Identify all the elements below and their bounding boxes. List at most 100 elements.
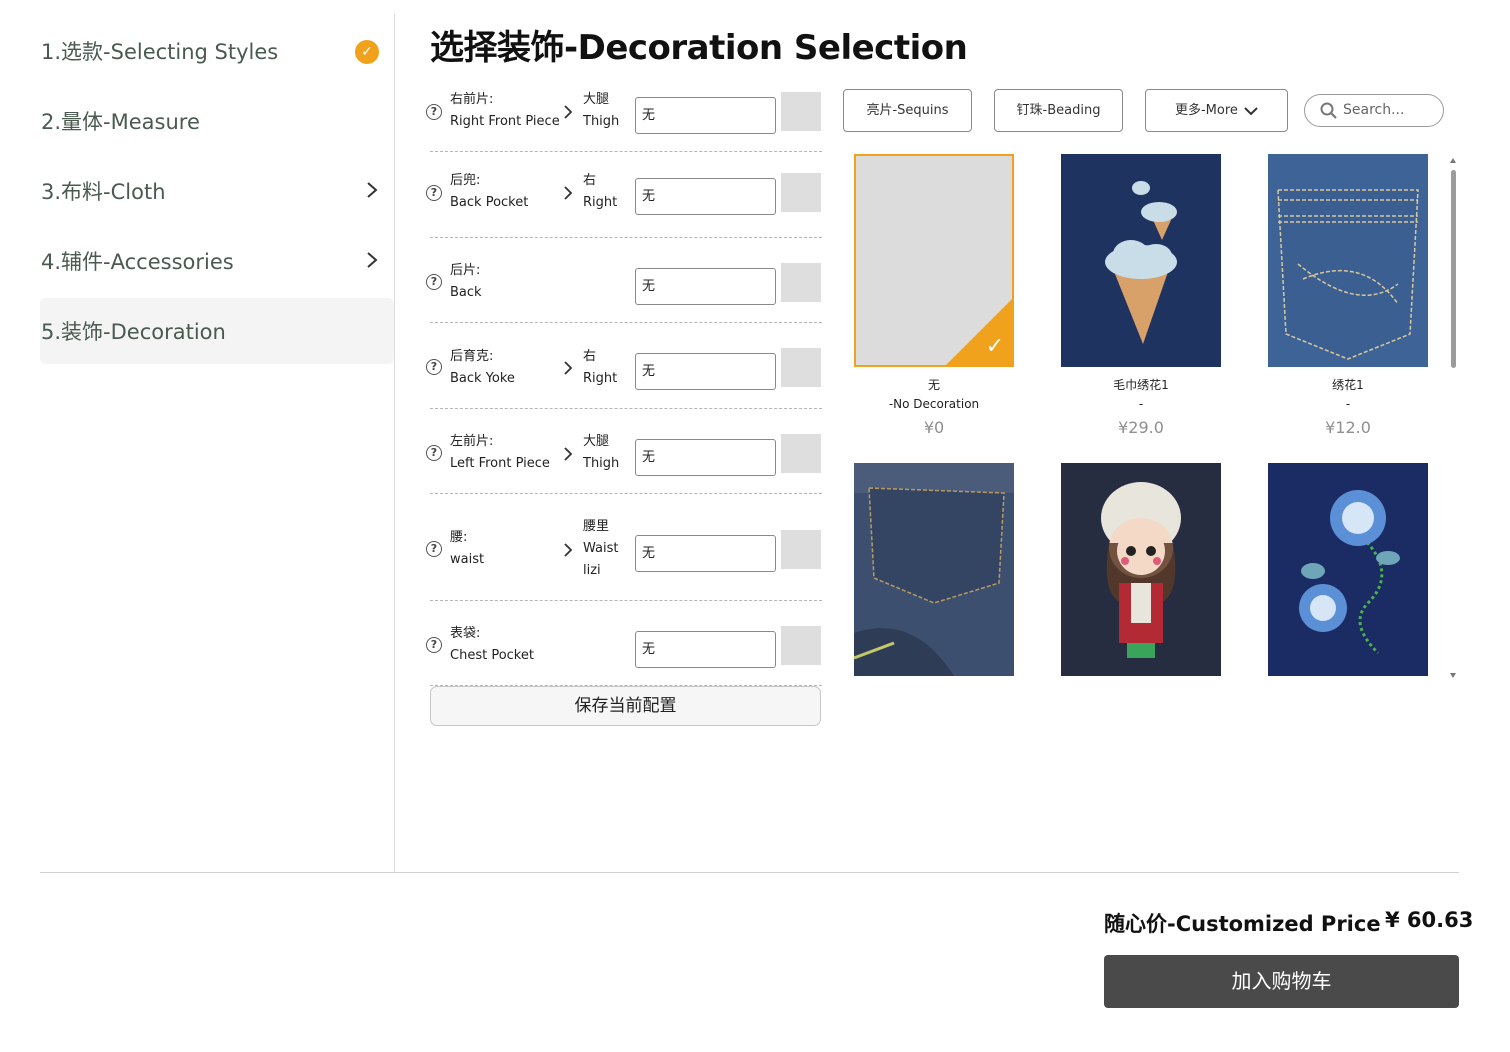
decoration-thumbnail — [1268, 463, 1428, 676]
chevron-right-icon[interactable] — [563, 185, 573, 201]
decoration-select[interactable]: 无 — [635, 268, 776, 305]
part-name: 后片: Back — [450, 263, 482, 300]
decoration-select[interactable]: 无 — [635, 178, 776, 215]
part-name: 表袋: Chest Pocket — [450, 626, 534, 663]
chevron-right-icon[interactable] — [563, 542, 573, 558]
part-location: 大腿 Thigh — [583, 92, 620, 129]
decoration-card-back-pocket-photo[interactable] — [854, 463, 1014, 676]
step-decoration[interactable]: 5.装饰-Decoration — [40, 298, 394, 364]
scroll-up-icon[interactable] — [1450, 158, 1456, 163]
gallery-scrollbar[interactable] — [1448, 156, 1460, 680]
part-row-back-yoke: ? 后育克: Back Yoke 右 Right 无 — [426, 323, 822, 409]
part-location: 右 Right — [583, 173, 618, 210]
step-accessories[interactable]: 4.辅件-Accessories — [40, 228, 394, 294]
decoration-parts-list: ? 右前片: Right Front Piece 大腿 Thigh 无 ? 后兜… — [426, 78, 822, 686]
chevron-right-icon[interactable] — [563, 360, 573, 376]
decoration-swatch — [781, 92, 821, 131]
decoration-thumbnail — [1061, 154, 1221, 367]
step-cloth[interactable]: 3.布料-Cloth — [40, 158, 394, 224]
decoration-select[interactable]: 无 — [635, 97, 776, 134]
decoration-price: ¥29.0 — [1118, 418, 1164, 437]
part-location: 大腿 Thigh — [583, 434, 620, 471]
part-name: 后兜: Back Pocket — [450, 173, 529, 210]
filter-more-dropdown[interactable]: 更多-More — [1145, 89, 1288, 132]
decoration-name: 无 — [927, 378, 940, 392]
decoration-card-embroidery[interactable]: 绣花1 - ¥12.0 — [1268, 154, 1428, 437]
part-row-waist: ? 腰: waist 腰里 Waist lizi 无 — [426, 494, 822, 601]
decoration-select[interactable]: 无 — [635, 439, 776, 476]
step-label: 5.装饰-Decoration — [41, 320, 226, 344]
sidebar-divider — [394, 14, 395, 872]
decoration-card-flower-embroidery[interactable] — [1268, 463, 1428, 676]
jeans-back-pocket-image — [854, 463, 1014, 676]
scroll-down-icon[interactable] — [1450, 673, 1456, 678]
decoration-select[interactable]: 无 — [635, 631, 776, 668]
customized-price-value: ¥ 60.63 — [1385, 908, 1474, 932]
decoration-select[interactable]: 无 — [635, 535, 776, 572]
question-circle-icon[interactable]: ? — [426, 445, 442, 461]
filter-sequins-button[interactable]: 亮片-Sequins — [843, 89, 972, 132]
question-circle-icon[interactable]: ? — [426, 637, 442, 653]
part-row-back: ? 后片: Back 无 — [426, 238, 822, 323]
page-title: 选择装饰-Decoration Selection — [430, 28, 968, 68]
question-circle-icon[interactable]: ? — [426, 541, 442, 557]
question-circle-icon[interactable]: ? — [426, 185, 442, 201]
filter-beading-button[interactable]: 钉珠-Beading — [994, 89, 1123, 132]
step-label: 3.布料-Cloth — [41, 180, 166, 204]
girl-embroidery-image — [1061, 463, 1221, 676]
more-label: 更多-More — [1174, 103, 1238, 118]
search-placeholder: Search... — [1343, 102, 1405, 118]
flower-embroidery-image — [1268, 463, 1428, 676]
decoration-card-none[interactable]: ✓ 无 -No Decoration ¥0 — [854, 154, 1014, 437]
part-location: 右 Right — [583, 349, 618, 386]
part-name: 腰: waist — [450, 530, 485, 567]
part-row-back-pocket: ? 后兜: Back Pocket 右 Right 无 — [426, 152, 822, 238]
decoration-swatch — [781, 263, 821, 302]
scrollbar-thumb[interactable] — [1451, 170, 1456, 368]
decoration-select[interactable]: 无 — [635, 353, 776, 390]
decoration-price: ¥0 — [923, 418, 945, 437]
decoration-thumbnail — [854, 463, 1014, 676]
decoration-thumbnail: ✓ — [854, 154, 1014, 367]
chevron-down-icon — [1244, 106, 1258, 115]
decoration-name: 绣花1 — [1332, 378, 1364, 392]
decoration-swatch — [781, 434, 821, 473]
decoration-swatch — [781, 530, 821, 569]
chevron-right-icon[interactable] — [563, 104, 573, 120]
decoration-subtitle: -No Decoration — [888, 397, 980, 411]
chevron-right-icon — [367, 252, 378, 268]
question-circle-icon[interactable]: ? — [426, 274, 442, 290]
step-label: 1.选款-Selecting Styles — [41, 40, 279, 64]
footer-divider — [40, 872, 1459, 873]
check-icon: ✓ — [985, 334, 1004, 359]
part-name: 左前片: Left Front Piece — [450, 434, 550, 471]
check-circle-icon: ✓ — [355, 40, 379, 64]
part-row-chest-pocket: ? 表袋: Chest Pocket 无 — [426, 601, 822, 686]
search-input[interactable]: Search... — [1304, 94, 1444, 127]
ice-cream-embroidery-image — [1061, 154, 1221, 367]
save-config-button[interactable]: 保存当前配置 — [430, 686, 821, 726]
decoration-swatch — [781, 173, 821, 212]
part-name: 右前片: Right Front Piece — [450, 92, 560, 129]
decoration-name: 毛巾绣花1 — [1113, 378, 1169, 392]
step-selecting-styles[interactable]: 1.选款-Selecting Styles ✓ — [40, 18, 394, 84]
decoration-swatch — [781, 348, 821, 387]
step-label: 4.辅件-Accessories — [41, 250, 234, 274]
step-measure[interactable]: 2.量体-Measure — [40, 88, 394, 154]
add-to-cart-button[interactable]: 加入购物车 — [1104, 955, 1459, 1008]
step-sidebar: 1.选款-Selecting Styles ✓ 2.量体-Measure 3.布… — [40, 18, 394, 368]
decoration-subtitle: - — [1345, 397, 1351, 411]
part-location: 腰里 Waist lizi — [583, 519, 619, 578]
decoration-thumbnail — [1268, 154, 1428, 367]
decoration-thumbnail — [1061, 463, 1221, 676]
decoration-swatch — [781, 626, 821, 665]
customized-price-label: 随心价-Customized Price — [1104, 912, 1381, 936]
chevron-right-icon[interactable] — [563, 446, 573, 462]
decoration-card-girl-embroidery[interactable] — [1061, 463, 1221, 676]
step-label: 2.量体-Measure — [41, 110, 200, 134]
decoration-price: ¥12.0 — [1325, 418, 1371, 437]
question-circle-icon[interactable]: ? — [426, 104, 442, 120]
question-circle-icon[interactable]: ? — [426, 359, 442, 375]
decoration-card-towel-embroidery[interactable]: 毛巾绣花1 - ¥29.0 — [1061, 154, 1221, 437]
part-row-right-front-piece: ? 右前片: Right Front Piece 大腿 Thigh 无 — [426, 78, 822, 152]
